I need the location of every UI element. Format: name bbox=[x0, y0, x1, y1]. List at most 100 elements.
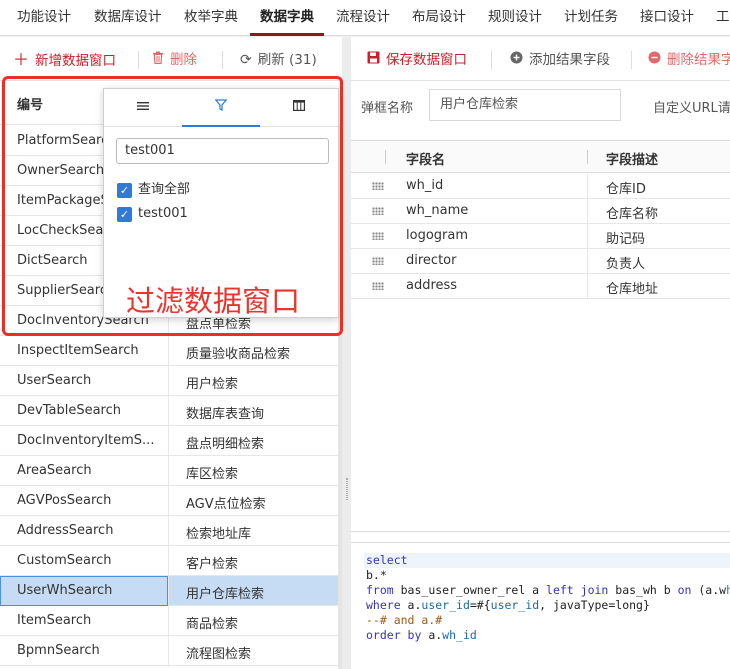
right-toolbar: 保存数据窗口 添加结果字段 删除结果字 bbox=[351, 37, 730, 81]
code-column-header[interactable]: 编号 bbox=[17, 94, 43, 113]
columns-tab[interactable] bbox=[260, 89, 338, 127]
checkmark-icon: ✓ bbox=[117, 183, 132, 198]
list-item-code: InspectItemSearch bbox=[17, 343, 139, 358]
field-name-header[interactable]: 字段名 bbox=[406, 149, 445, 168]
popup-name-input[interactable]: 用户仓库检索 bbox=[429, 89, 621, 121]
filter-search-input[interactable]: test001 bbox=[116, 138, 329, 164]
panel-splitter[interactable] bbox=[342, 37, 351, 669]
field-name-cell[interactable]: wh_id bbox=[406, 178, 443, 193]
save-window-label: 保存数据窗口 bbox=[386, 52, 467, 68]
field-name-cell[interactable]: logogram bbox=[406, 228, 468, 243]
list-item[interactable]: InspectItemSearch 质量验收商品检索 bbox=[0, 336, 338, 366]
sql-comment-line: --# and a.# bbox=[366, 613, 443, 627]
list-item-code: DocInventoryItemS... bbox=[17, 433, 155, 448]
list-item-name: 流程图检索 bbox=[186, 647, 252, 662]
delete-label: 删除 bbox=[170, 52, 197, 68]
sql-line: select bbox=[366, 553, 408, 567]
tab-api-design[interactable]: 接口设计 bbox=[640, 0, 694, 36]
add-window-button[interactable]: ＋ 新增数据窗口 bbox=[13, 50, 116, 70]
list-item[interactable]: BpmnSearch 流程图检索 bbox=[0, 636, 338, 666]
custom-url-label: 自定义URL请 bbox=[653, 101, 730, 116]
list-item[interactable]: AGVPosSearch AGV点位检索 bbox=[0, 486, 338, 516]
field-row[interactable]: wh_id 仓库ID bbox=[351, 174, 730, 199]
field-desc-cell[interactable]: 负责人 bbox=[606, 253, 645, 272]
field-row[interactable]: director 负责人 bbox=[351, 249, 730, 274]
sql-line: order by a.wh_id bbox=[366, 628, 477, 642]
drag-handle-icon[interactable] bbox=[372, 182, 384, 190]
menu-tab[interactable] bbox=[104, 89, 182, 127]
list-item[interactable]: AreaSearch 库区检索 bbox=[0, 456, 338, 486]
field-desc-header[interactable]: 字段描述 bbox=[606, 149, 658, 168]
tab-database-design[interactable]: 数据库设计 bbox=[94, 0, 162, 36]
tab-layout-design[interactable]: 布局设计 bbox=[412, 0, 466, 36]
drag-handle-icon[interactable] bbox=[372, 207, 384, 215]
checkmark-icon: ✓ bbox=[117, 207, 132, 222]
list-item[interactable]: UserSearch 用户检索 bbox=[0, 366, 338, 396]
list-item[interactable]: DevTableSearch 数据库表查询 bbox=[0, 396, 338, 426]
refresh-icon: ⟳ bbox=[240, 52, 252, 68]
columns-icon bbox=[293, 100, 306, 115]
add-circle-icon bbox=[510, 50, 523, 70]
tab-enum-dict[interactable]: 枚举字典 bbox=[184, 0, 238, 36]
list-item-code: CustomSearch bbox=[17, 553, 112, 568]
add-field-button[interactable]: 添加结果字段 bbox=[510, 50, 610, 70]
drag-handle-icon[interactable] bbox=[372, 282, 384, 290]
list-item[interactable]: DocInventoryItemS... 盘点明细检索 bbox=[0, 426, 338, 456]
list-item-name: 质量验收商品检索 bbox=[186, 347, 291, 362]
tab-function-design[interactable]: 功能设计 bbox=[17, 0, 71, 36]
field-desc-cell[interactable]: 仓库地址 bbox=[606, 278, 658, 297]
window-form: 弹框名称 用户仓库检索 自定义URL请 bbox=[351, 82, 730, 130]
refresh-label: 刷新 (31) bbox=[257, 52, 317, 68]
list-item[interactable]: ItemSearch 商品检索 bbox=[0, 606, 338, 636]
tab-flow-design[interactable]: 流程设计 bbox=[336, 0, 390, 36]
delete-button[interactable]: 删除 bbox=[152, 50, 197, 70]
field-row[interactable]: wh_name 仓库名称 bbox=[351, 199, 730, 224]
tab-truncated[interactable]: 工 bbox=[716, 0, 730, 36]
filter-option-label: test001 bbox=[138, 206, 188, 221]
plus-icon: ＋ bbox=[13, 50, 30, 69]
list-item-name: 用户检索 bbox=[186, 377, 239, 392]
save-window-button[interactable]: 保存数据窗口 bbox=[367, 50, 467, 70]
add-window-label: 新增数据窗口 bbox=[35, 53, 117, 69]
top-nav: 功能设计 数据库设计 枚举字典 数据字典 流程设计 布局设计 规则设计 计划任务… bbox=[0, 0, 730, 36]
field-row[interactable]: address 仓库地址 bbox=[351, 274, 730, 299]
field-desc-cell[interactable]: 仓库ID bbox=[606, 178, 646, 197]
list-item-name: AGV点位检索 bbox=[186, 497, 266, 512]
refresh-button[interactable]: ⟳ 刷新 (31) bbox=[240, 50, 317, 70]
field-row[interactable]: logogram 助记码 bbox=[351, 224, 730, 249]
filter-popup-tabs bbox=[104, 89, 338, 127]
fields-grid-header: 字段名 字段描述 bbox=[351, 141, 730, 173]
left-toolbar: ＋ 新增数据窗口 删除 ⟳ 刷新 (31) bbox=[0, 37, 342, 81]
field-desc-cell[interactable]: 助记码 bbox=[606, 228, 645, 247]
drag-handle-icon[interactable] bbox=[372, 257, 384, 265]
filter-tab[interactable] bbox=[182, 89, 260, 127]
sql-current-line-highlight bbox=[364, 553, 730, 568]
list-item-name: 商品检索 bbox=[186, 617, 239, 632]
trash-icon bbox=[152, 50, 164, 70]
sql-line: where a.user_id=#{user_id, javaType=long… bbox=[366, 598, 650, 612]
tab-rule-design[interactable]: 规则设计 bbox=[488, 0, 542, 36]
field-name-cell[interactable]: wh_name bbox=[406, 203, 468, 218]
fields-grid: 字段名 字段描述 wh_id 仓库ID wh_name 仓库名称 logogram 助记码… bbox=[351, 140, 730, 532]
list-item[interactable]: CustomSearch 客户检索 bbox=[0, 546, 338, 576]
field-name-cell[interactable]: director bbox=[406, 253, 456, 268]
tab-data-dict[interactable]: 数据字典 bbox=[250, 0, 324, 36]
field-name-cell[interactable]: address bbox=[406, 278, 457, 293]
list-item[interactable]: UserWhSearch 用户仓库检索 bbox=[0, 576, 338, 606]
add-field-label: 添加结果字段 bbox=[529, 52, 610, 68]
sql-line: from bas_user_owner_rel a left join bas_… bbox=[366, 583, 730, 597]
window-detail-panel: 保存数据窗口 添加结果字段 删除结果字 弹框名称 用户仓库检索 自定义URL请 … bbox=[351, 37, 730, 669]
column-filter-popup: test001 ✓ 查询全部 ✓ test001 过滤数据窗口 bbox=[103, 88, 339, 318]
list-item-name: 数据库表查询 bbox=[186, 407, 265, 422]
list-item-name: 用户仓库检索 bbox=[186, 587, 265, 602]
list-item-name: 盘点明细检索 bbox=[186, 437, 265, 452]
delete-field-button[interactable]: 删除结果字 bbox=[648, 50, 730, 70]
sql-editor[interactable]: select b.* from bas_user_owner_rel a lef… bbox=[351, 542, 730, 669]
field-desc-cell[interactable]: 仓库名称 bbox=[606, 203, 658, 222]
splitter-grip-icon[interactable] bbox=[346, 478, 348, 500]
drag-handle-icon[interactable] bbox=[372, 232, 384, 240]
tab-plan-task[interactable]: 计划任务 bbox=[564, 0, 618, 36]
delete-field-label: 删除结果字 bbox=[667, 52, 730, 68]
list-item[interactable]: AddressSearch 检索地址库 bbox=[0, 516, 338, 546]
list-item-name: 客户检索 bbox=[186, 557, 239, 572]
